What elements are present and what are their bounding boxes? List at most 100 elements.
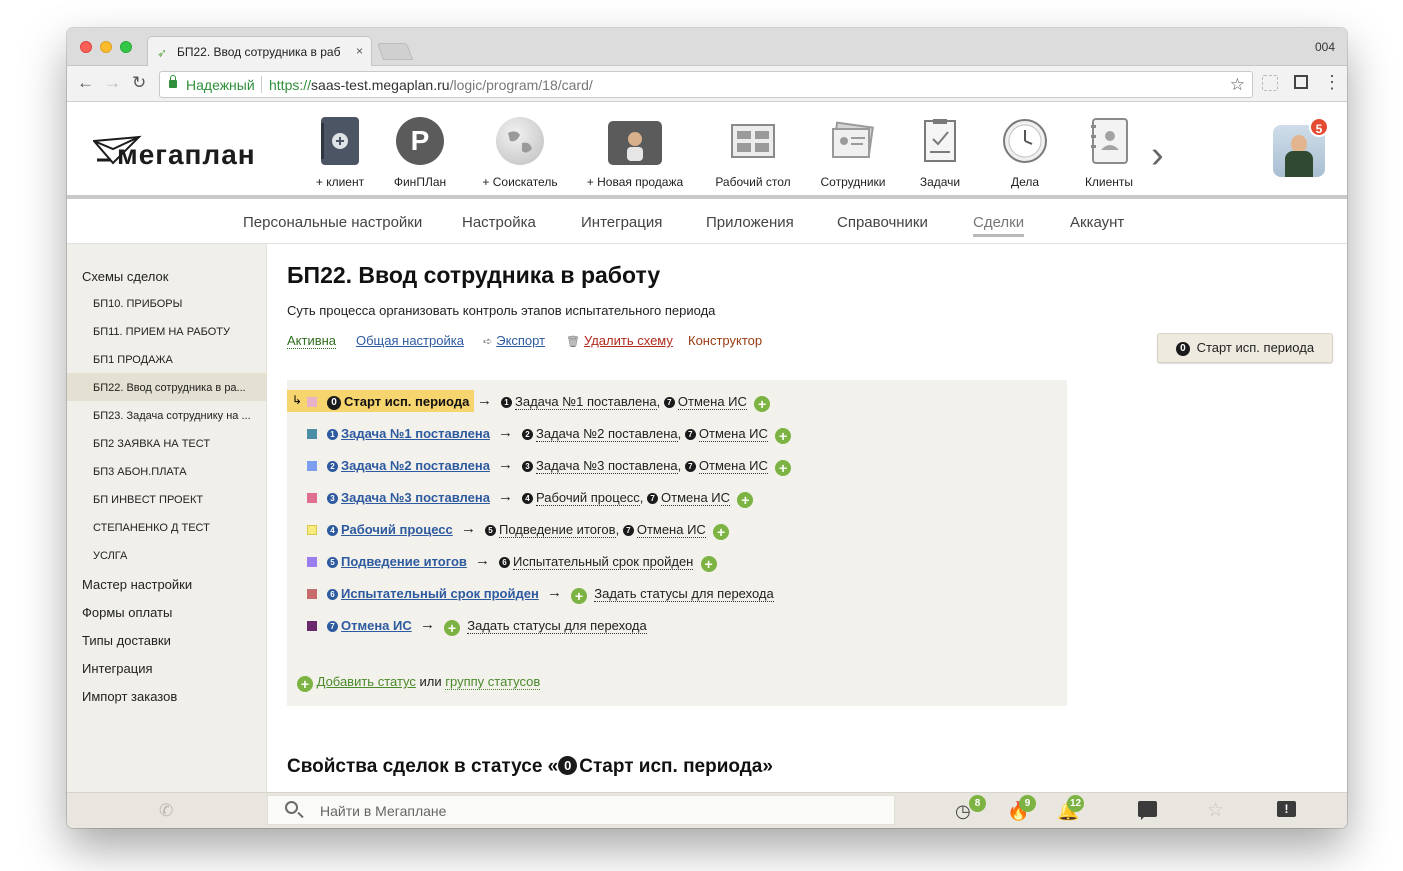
app-affairs[interactable]: Дела	[995, 117, 1055, 189]
forward-arrow-icon[interactable]: →	[104, 74, 121, 92]
sidebar-item-setup-wizard[interactable]: Мастер настройки	[82, 577, 192, 592]
new-tab-button[interactable]	[376, 43, 414, 60]
set-transition-statuses-link[interactable]: Задать статусы для перехода	[594, 586, 774, 602]
status-name[interactable]: 4 Рабочий процесс	[327, 522, 453, 537]
app-desktop[interactable]: Рабочий стол	[708, 117, 798, 189]
status-name[interactable]: 5 Подведение итогов	[327, 554, 467, 569]
add-transition-icon[interactable]: +	[571, 588, 587, 604]
minimize-window-button[interactable]	[100, 41, 112, 53]
url-text[interactable]: https://saas-test.megaplan.ru/logic/prog…	[269, 77, 593, 93]
sidebar-item-integration[interactable]: Интеграция	[82, 661, 153, 676]
app-new-sale[interactable]: + Новая продажа	[580, 117, 690, 189]
app-applicant[interactable]: + Соискатель	[470, 117, 570, 189]
status-name[interactable]: 7 Отмена ИС	[327, 618, 412, 633]
current-status-button[interactable]: 0 Старт исп. периода	[1157, 333, 1333, 363]
sidebar-scheme-item[interactable]: БП ИНВЕСТ ПРОЕКТ	[93, 494, 257, 506]
app-employees[interactable]: Сотрудники	[813, 117, 893, 189]
close-window-button[interactable]	[80, 41, 92, 53]
target-status-link[interactable]: Подведение итогов	[499, 522, 616, 538]
status-color-swatch[interactable]	[307, 429, 317, 439]
app-finplan[interactable]: P ФинПЛан	[385, 117, 455, 189]
sidebar-scheme-item[interactable]: БП11. ПРИЕМ НА РАБОТУ	[93, 326, 257, 338]
tab-personal-settings[interactable]: Персональные настройки	[243, 214, 422, 231]
tab-account[interactable]: Аккаунт	[1070, 214, 1124, 231]
sidebar-item-deal-schemes[interactable]: Схемы сделок	[82, 269, 168, 284]
status-color-swatch[interactable]	[307, 461, 317, 471]
status-color-swatch[interactable]	[307, 525, 317, 535]
export-link[interactable]: Экспорт	[496, 333, 545, 348]
back-arrow-icon[interactable]: ←	[77, 74, 94, 92]
tab-settings[interactable]: Настройка	[462, 214, 536, 231]
add-status-icon[interactable]: +	[297, 676, 313, 692]
sidebar-item-payment-forms[interactable]: Формы оплаты	[82, 605, 172, 620]
phone-icon[interactable]: ✆	[159, 801, 173, 821]
sidebar-scheme-item-active[interactable]: БП22. Ввод сотрудника в ра...	[93, 382, 257, 394]
general-settings-link[interactable]: Общая настройка	[356, 333, 464, 348]
add-transition-icon[interactable]: +	[754, 396, 771, 412]
status-name[interactable]: 1 Задача №1 поставлена	[327, 426, 490, 441]
browser-menu-icon[interactable]: ⋮	[1323, 72, 1341, 92]
extension-icon[interactable]	[1262, 75, 1278, 91]
target-status-link[interactable]: Задача №2 поставлена	[536, 426, 678, 442]
close-tab-icon[interactable]: ×	[356, 44, 363, 58]
sidebar-item-delivery-types[interactable]: Типы доставки	[82, 633, 171, 648]
target-status-link[interactable]: Отмена ИС	[636, 522, 706, 538]
sidebar-scheme-item[interactable]: УСЛГА	[93, 550, 257, 562]
address-bar[interactable]: Надежный https://saas-test.megaplan.ru/l…	[159, 71, 1253, 98]
chevron-right-icon[interactable]: ›	[1151, 135, 1164, 175]
add-transition-icon[interactable]: +	[737, 492, 754, 508]
target-status-link[interactable]: Отмена ИС	[698, 458, 768, 474]
bookmark-star-icon[interactable]: ☆	[1230, 75, 1245, 95]
target-status-link[interactable]: Отмена ИС	[698, 426, 768, 442]
browser-tab[interactable]: ➶ БП22. Ввод сотрудника в раб ×	[147, 36, 372, 66]
sidebar-scheme-item[interactable]: БП1 ПРОДАЖА	[93, 354, 257, 366]
tab-directories[interactable]: Справочники	[837, 214, 928, 231]
search-input[interactable]: Найти в Мегаплане	[267, 795, 895, 825]
target-status-link[interactable]: Отмена ИС	[677, 394, 747, 410]
sidebar-scheme-item[interactable]: СТЕПАНЕНКО Д ТЕСТ	[93, 522, 257, 534]
add-status-link[interactable]: Добавить статус	[317, 674, 416, 689]
status-name[interactable]: 3 Задача №3 поставлена	[327, 490, 490, 505]
status-color-swatch[interactable]	[307, 493, 317, 503]
add-transition-icon[interactable]: +	[700, 556, 717, 572]
export-action[interactable]: ➪ Экспорт	[483, 333, 545, 348]
status-color-swatch[interactable]	[307, 589, 317, 599]
set-transition-statuses-link[interactable]: Задать статусы для перехода	[467, 618, 647, 634]
target-status-link[interactable]: Отмена ИС	[661, 490, 731, 506]
target-status-link[interactable]: Задача №3 поставлена	[536, 458, 678, 474]
app-tasks[interactable]: Задачи	[910, 117, 970, 189]
status-color-swatch[interactable]	[307, 557, 317, 567]
app-add-client[interactable]: + клиент	[305, 117, 375, 189]
sidebar-scheme-item[interactable]: БП10. ПРИБОРЫ	[93, 298, 257, 310]
sidebar-item-order-import[interactable]: Импорт заказов	[82, 689, 177, 704]
status-name[interactable]: 2 Задача №2 поставлена	[327, 458, 490, 473]
add-transition-icon[interactable]: +	[444, 620, 460, 636]
chat-icon[interactable]	[1138, 801, 1157, 820]
app-clients[interactable]: Клиенты	[1077, 117, 1141, 189]
constructor-link[interactable]: Конструктор	[688, 333, 762, 348]
status-name[interactable]: 6 Испытательный срок пройден	[327, 586, 539, 601]
add-transition-icon[interactable]: +	[775, 428, 792, 444]
status-color-swatch[interactable]	[307, 621, 317, 631]
target-status-link[interactable]: Задача №1 поставлена	[515, 394, 657, 410]
delete-scheme-link[interactable]: Удалить схему	[584, 333, 673, 348]
favorites-star-icon[interactable]: ☆	[1207, 799, 1224, 822]
maximize-window-button[interactable]	[120, 41, 132, 53]
target-status-link[interactable]: Испытательный срок пройден	[513, 554, 694, 570]
reload-icon[interactable]: ↻	[132, 74, 146, 92]
tab-integration[interactable]: Интеграция	[581, 214, 662, 231]
add-transition-icon[interactable]: +	[775, 460, 792, 476]
add-status-group-link[interactable]: группу статусов	[445, 674, 541, 690]
delete-action[interactable]: 🗑 Удалить схему	[566, 333, 673, 348]
active-toggle[interactable]: Активна	[287, 333, 337, 349]
status-color-swatch[interactable]	[307, 397, 317, 407]
target-status-link[interactable]: Рабочий процесс	[536, 490, 640, 506]
add-transition-icon[interactable]: +	[713, 524, 730, 540]
sidebar-scheme-item[interactable]: БП23. Задача сотруднику на ...	[93, 410, 257, 422]
tab-applications[interactable]: Приложения	[706, 214, 794, 231]
sidebar-scheme-item[interactable]: БП3 АБОН.ПЛАТА	[93, 466, 257, 478]
sidebar-scheme-item[interactable]: БП2 ЗАЯВКА НА ТЕСТ	[93, 438, 257, 450]
screenshot-extension-icon[interactable]	[1294, 75, 1308, 89]
status-name[interactable]: 0 Старт исп. периода	[327, 394, 469, 410]
report-problem-icon[interactable]: !	[1277, 801, 1296, 817]
